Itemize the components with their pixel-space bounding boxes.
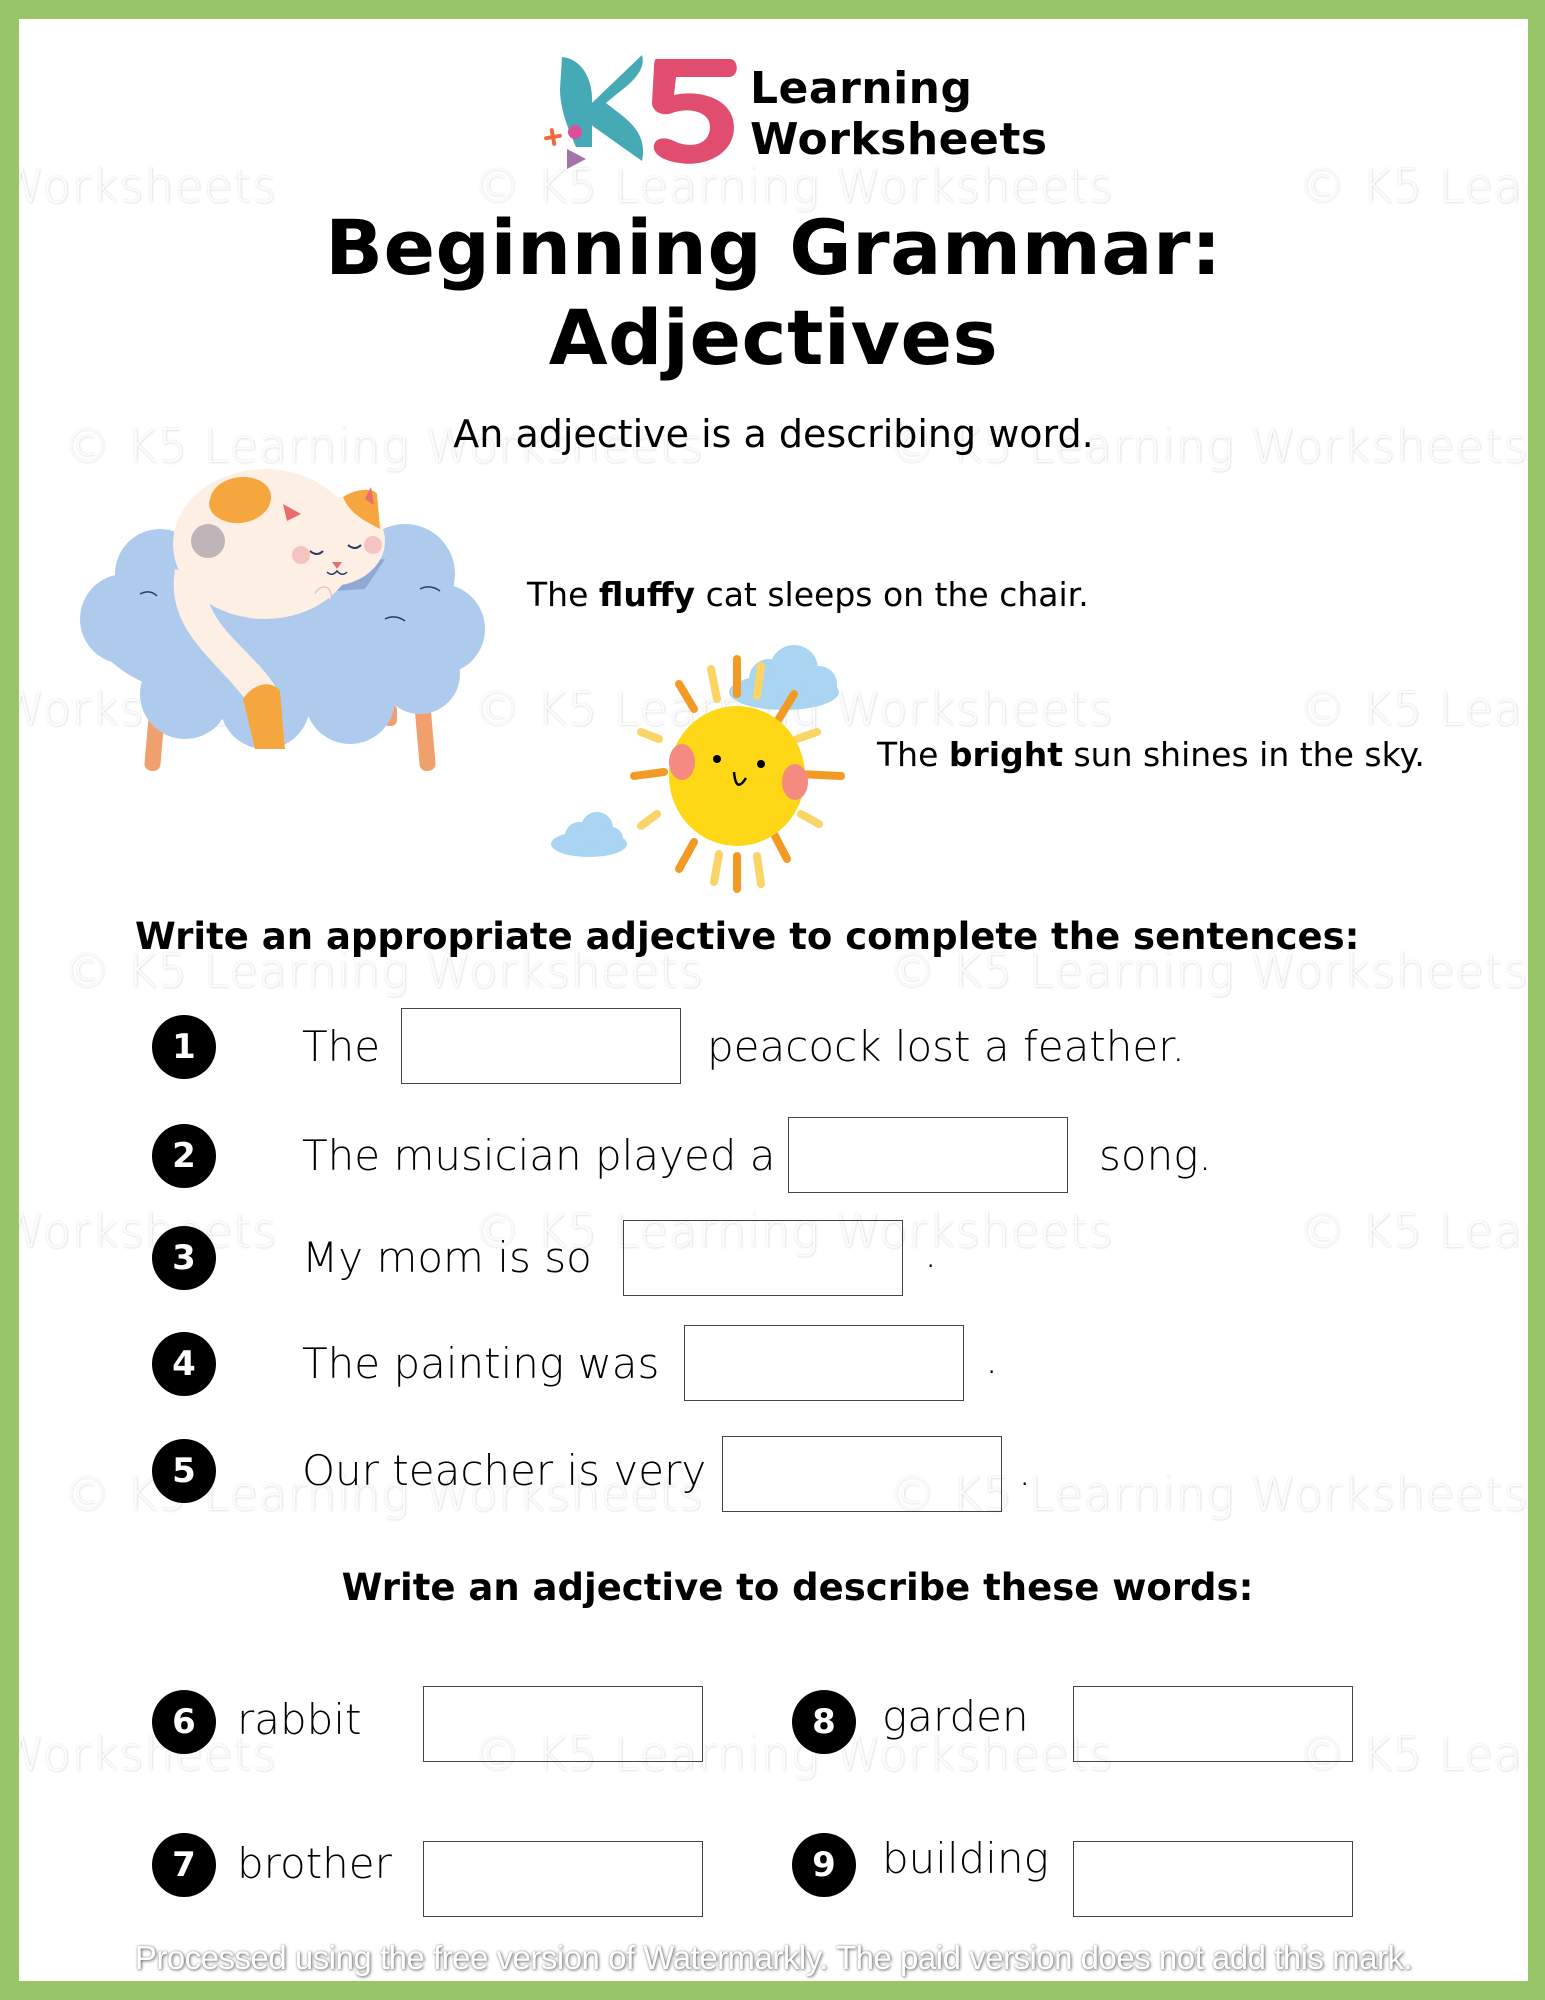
example-1-after: cat sleeps on the chair. — [695, 575, 1089, 614]
definition-text: An adjective is a describing word. — [453, 412, 1094, 456]
answer-box-8[interactable] — [1073, 1686, 1353, 1762]
question-number-badge: 3 — [152, 1226, 216, 1290]
describe-word: brother — [237, 1839, 392, 1888]
watermark: © K5 Learn — [1299, 682, 1528, 736]
section-1-instruction: Write an appropriate adjective to comple… — [135, 915, 1360, 958]
answer-box-3[interactable] — [623, 1220, 903, 1296]
question-text-after: . — [924, 1228, 938, 1277]
answer-box-7[interactable] — [423, 1841, 703, 1917]
watermarkly-footer: Processed using the free version of Wate… — [134, 1939, 1413, 1976]
question-number-badge: 7 — [152, 1833, 216, 1897]
question-text-after: song. — [1099, 1131, 1212, 1180]
answer-box-2[interactable] — [788, 1117, 1068, 1193]
question-text-before: The painting was — [302, 1339, 660, 1388]
question-text-before: My mom is so — [302, 1233, 592, 1282]
describe-word: garden — [882, 1692, 1029, 1741]
example-2-before: The — [877, 735, 949, 774]
describe-word: building — [882, 1834, 1049, 1883]
logo-text: Learning Worksheets — [750, 63, 1048, 165]
question-text-before: Our teacher is very — [302, 1446, 707, 1495]
example-1-before: The — [527, 575, 599, 614]
question-number-badge: 6 — [152, 1690, 216, 1754]
example-2-adjective: bright — [948, 735, 1063, 774]
answer-box-4[interactable] — [684, 1325, 964, 1401]
question-text-after: . — [1018, 1446, 1032, 1495]
sleeping-cat-illustration — [65, 459, 495, 779]
question-text-after: peacock lost a feather. — [707, 1022, 1185, 1071]
question-number-badge: 2 — [152, 1124, 216, 1188]
answer-box-9[interactable] — [1073, 1841, 1353, 1917]
cat-on-chair-icon — [80, 469, 485, 771]
question-number-badge: 1 — [152, 1015, 216, 1079]
worksheet-page: Worksheets © K5 Learning Worksheets © K5… — [19, 19, 1528, 1981]
question-text-after: . — [985, 1334, 999, 1383]
section-2-instruction: Write an adjective to describe these wor… — [341, 1566, 1254, 1609]
question-number-badge: 9 — [792, 1833, 856, 1897]
logo-line2: Worksheets — [750, 114, 1048, 165]
question-number-badge: 5 — [152, 1439, 216, 1503]
watermark: Worksheets — [19, 1204, 278, 1258]
example-1-adjective: fluffy — [598, 575, 696, 614]
question-text-before: The — [302, 1022, 381, 1071]
example-sentence-1: The fluffy cat sleeps on the chair. — [527, 575, 1089, 615]
page-title-line2: Adjectives — [548, 293, 999, 382]
example-sentence-2: The bright sun shines in the sky. — [877, 735, 1425, 775]
question-number-badge: 4 — [152, 1332, 216, 1396]
watermark: © K5 Learn — [1299, 1204, 1528, 1258]
page-title-line1: Beginning Grammar: — [325, 203, 1222, 292]
question-text-before: The musician played a — [302, 1131, 776, 1180]
describe-word: rabbit — [237, 1695, 362, 1744]
k5-logo-icon — [544, 55, 737, 169]
k5-logo — [534, 49, 744, 171]
smiling-sun-icon — [551, 645, 845, 893]
logo-line1: Learning — [750, 63, 973, 114]
answer-box-5[interactable] — [722, 1436, 1002, 1512]
question-number-badge: 8 — [792, 1690, 856, 1754]
answer-box-1[interactable] — [401, 1008, 681, 1084]
answer-box-6[interactable] — [423, 1686, 703, 1762]
example-2-after: sun shines in the sky. — [1062, 735, 1425, 774]
sun-illustration — [529, 644, 879, 909]
